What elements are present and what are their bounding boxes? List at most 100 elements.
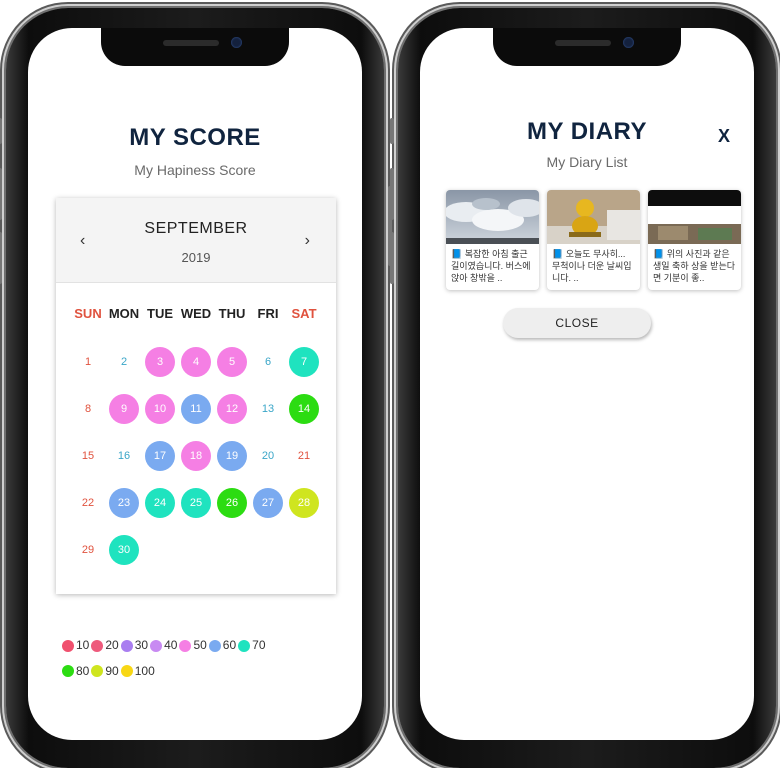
calendar-day[interactable]: 9 (109, 394, 139, 424)
golden-figure-photo (547, 190, 640, 244)
speaker (163, 40, 219, 46)
book-icon: 📘 (653, 249, 665, 259)
score-screen: MY SCORE My Hapiness Score ‹ SEPTEMBER 2… (28, 28, 362, 740)
weekday-fri: FRI (257, 306, 279, 321)
calendar-day[interactable]: 11 (181, 394, 211, 424)
speaker (555, 40, 611, 46)
diary-card[interactable]: 📘 위의 사진과 같은 생일 축하 상을 받는다면 기분이 좋.. (648, 190, 741, 290)
diary-card[interactable]: 📘 오늘도 무사히... 무척이나 더운 날씨입니다. .. (547, 190, 640, 290)
volume-up-button (0, 168, 2, 220)
calendar-day[interactable]: 16 (109, 441, 139, 471)
mute-switch (0, 118, 2, 144)
calendar-day[interactable]: 22 (73, 488, 103, 518)
diary-card[interactable]: 📘 복잡한 아침 출근길이였습니다. 버스에 앉아 창밖을 .. (446, 190, 539, 290)
legend-label: 70 (252, 638, 266, 652)
legend-label: 50 (193, 638, 207, 652)
legend-item: 60 (208, 634, 237, 657)
calendar-header: ‹ SEPTEMBER 2019 › (56, 198, 336, 283)
phone-frame-left: MY SCORE My Hapiness Score ‹ SEPTEMBER 2… (0, 8, 392, 768)
diary-entry-snippet: 위의 사진과 같은 생일 축하 상을 받는다면 기분이 좋.. (653, 249, 736, 283)
calendar-day[interactable]: 23 (109, 488, 139, 518)
calendar-day[interactable]: 3 (145, 347, 175, 377)
calendar-day[interactable]: 29 (73, 535, 103, 565)
cloudy-sky-photo (446, 190, 539, 244)
legend-item: 50 (179, 634, 207, 657)
calendar-day[interactable]: 19 (217, 441, 247, 471)
calendar-day[interactable]: 8 (73, 394, 103, 424)
weekday-mon: MON (108, 306, 140, 321)
page-title: MY SCORE (129, 124, 261, 151)
notch (101, 28, 289, 66)
calendar-day[interactable]: 27 (253, 488, 283, 518)
weekday-thu: THU (218, 306, 246, 321)
legend-dot-icon (91, 665, 104, 677)
calendar-day[interactable]: 14 (289, 394, 319, 424)
book-icon: 📘 (552, 249, 564, 259)
legend-dot-icon (120, 665, 133, 677)
calendar-day[interactable]: 21 (289, 441, 319, 471)
weekday-sat: SAT (291, 306, 317, 321)
calendar-day[interactable]: 7 (289, 347, 319, 377)
legend-item: 70 (238, 634, 266, 657)
score-legend: 10 20 30 40 50 60 70 80 90 100 (62, 634, 342, 685)
legend-label: 60 (222, 638, 237, 652)
diary-entry-text: 📘 위의 사진과 같은 생일 축하 상을 받는다면 기분이 좋.. (653, 248, 737, 286)
legend-label: 10 (76, 638, 90, 652)
weekday-sun: SUN (74, 306, 102, 321)
legend-dot-icon (150, 639, 163, 652)
legend-dot-icon (238, 639, 251, 652)
phone-frame-right: MY DIARY My Diary List X 📘 복잡한 아침 출근길이였습… (390, 8, 776, 768)
legend-item: 100 (120, 660, 155, 683)
calendar-year: 2019 (181, 250, 211, 265)
close-icon[interactable]: X (718, 126, 730, 147)
legend-item: 80 (62, 660, 89, 683)
diary-entry-snippet: 복잡한 아침 출근길이였습니다. 버스에 앉아 창밖을 .. (451, 249, 531, 283)
calendar-day[interactable]: 28 (289, 488, 319, 518)
legend-label: 20 (105, 638, 119, 652)
calendar-day[interactable]: 30 (109, 535, 139, 565)
legend-item: 40 (150, 634, 177, 657)
calendar-day[interactable]: 5 (217, 347, 247, 377)
phone-screenshot-photo (648, 190, 741, 244)
chevron-right-icon[interactable]: › (305, 232, 310, 250)
calendar-day[interactable]: 18 (181, 441, 211, 471)
calendar-day[interactable]: 15 (73, 441, 103, 471)
calendar-day[interactable]: 17 (145, 441, 175, 471)
diary-entry-snippet: 오늘도 무사히... 무척이나 더운 날씨입니다. .. (552, 249, 632, 283)
calendar-day[interactable]: 12 (217, 394, 247, 424)
weekday-wed: WED (180, 306, 212, 321)
legend-dot-icon (120, 639, 133, 652)
calendar-month: SEPTEMBER (144, 220, 248, 237)
calendar-day[interactable]: 26 (217, 488, 247, 518)
calendar-day[interactable]: 24 (145, 488, 175, 518)
mute-switch (390, 118, 394, 144)
notch (493, 28, 681, 66)
legend-dot-icon (62, 665, 74, 677)
diary-entry-text: 📘 복잡한 아침 출근길이였습니다. 버스에 앉아 창밖을 .. (451, 248, 535, 286)
legend-item: 30 (120, 634, 148, 657)
calendar-day[interactable]: 2 (109, 347, 139, 377)
legend-item: 20 (91, 634, 119, 657)
volume-down-button (0, 232, 2, 284)
legend-dot-icon (208, 639, 221, 652)
calendar-day[interactable]: 20 (253, 441, 283, 471)
calendar-day[interactable]: 1 (73, 347, 103, 377)
page-title: MY DIARY (526, 118, 647, 145)
volume-up-button (390, 168, 394, 220)
calendar-day[interactable]: 25 (181, 488, 211, 518)
calendar-day[interactable]: 4 (181, 347, 211, 377)
calendar-day[interactable]: 6 (253, 347, 283, 377)
page-subtitle: My Hapiness Score (134, 162, 256, 178)
diary-screen: MY DIARY My Diary List X 📘 복잡한 아침 출근길이였습… (420, 28, 754, 740)
legend-dot-icon (62, 639, 74, 652)
close-button[interactable]: CLOSE (503, 308, 651, 338)
volume-down-button (390, 232, 394, 284)
book-icon: 📘 (451, 249, 463, 259)
legend-label: 100 (134, 663, 155, 678)
calendar-day[interactable]: 10 (145, 394, 175, 424)
weekday-tue: TUE (147, 306, 173, 321)
legend-dot-icon (179, 639, 192, 652)
camera-icon (231, 37, 242, 48)
legend-item: 90 (91, 660, 119, 683)
calendar-day[interactable]: 13 (253, 394, 283, 424)
